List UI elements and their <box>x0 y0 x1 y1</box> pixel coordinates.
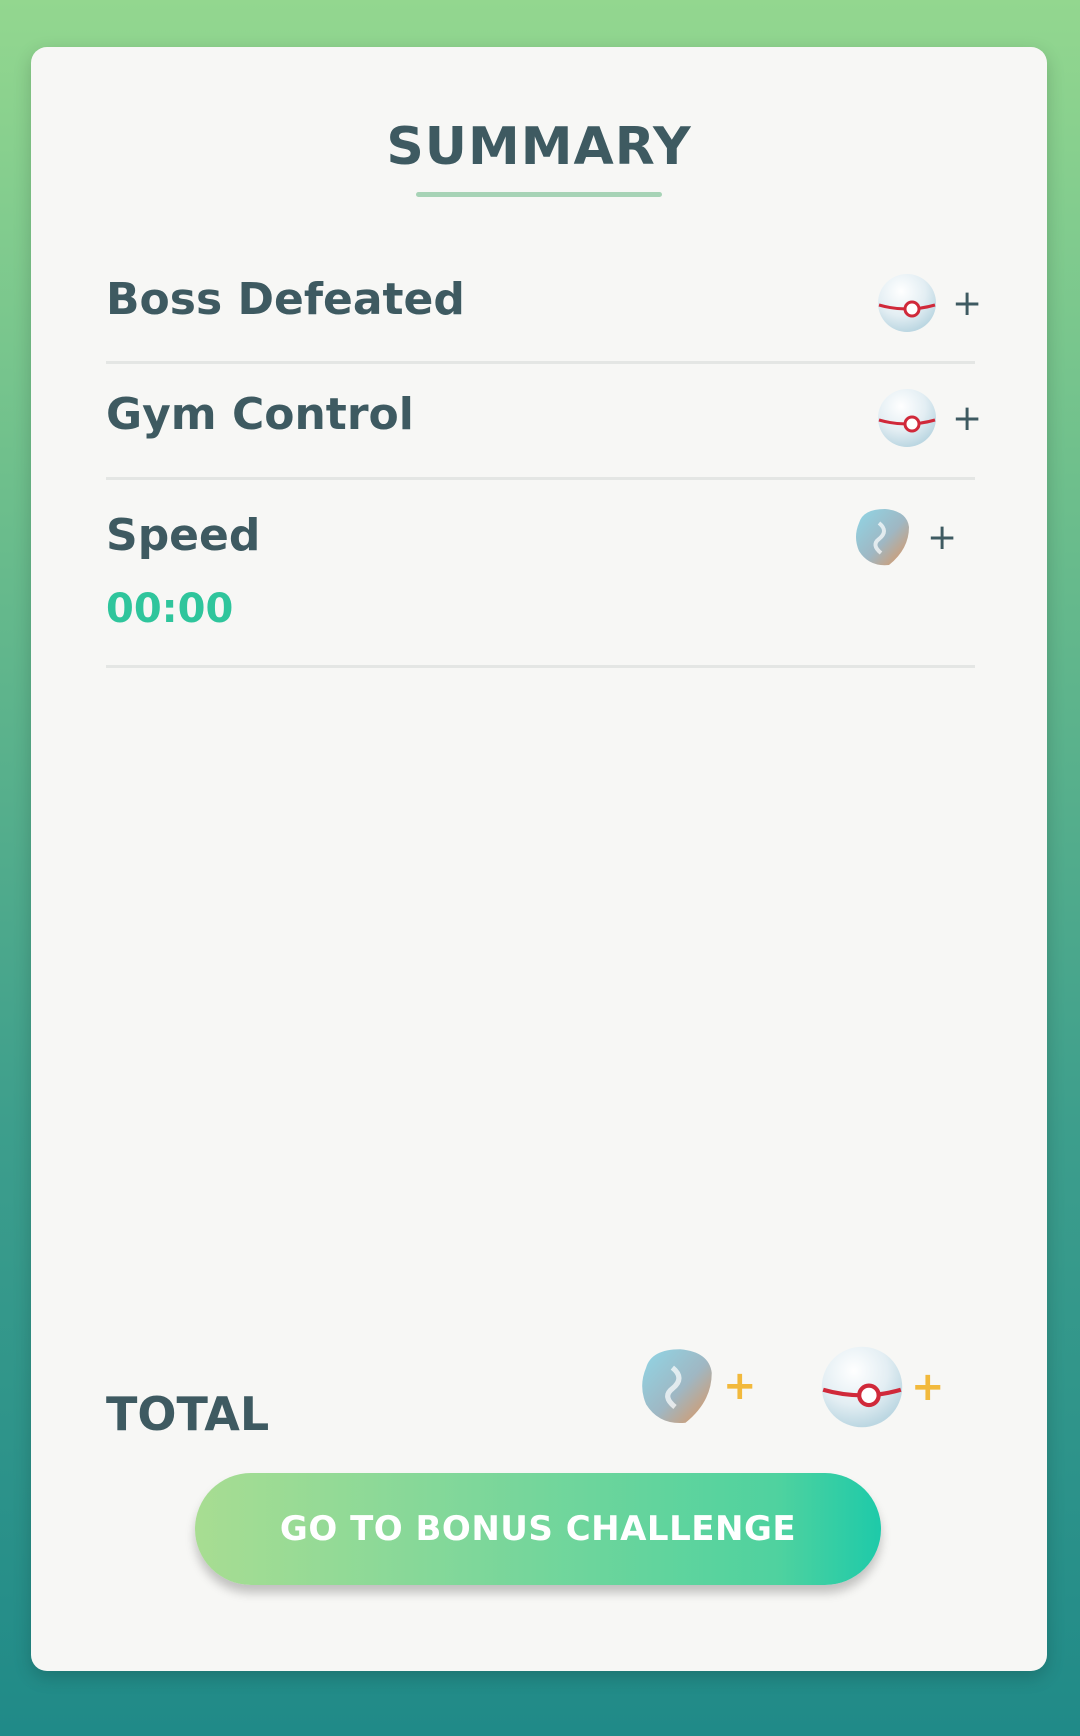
row-label-gym-control: Gym Control <box>106 389 414 440</box>
title-underline <box>416 192 662 197</box>
speed-timer: 00:00 <box>106 586 234 632</box>
row-boss-defeated: Boss Defeated + <box>106 232 982 364</box>
reward-plus: + <box>952 282 983 324</box>
premier-ball-icon <box>819 1344 905 1430</box>
row-label-speed: Speed <box>106 510 261 561</box>
rare-candy-icon <box>633 1344 717 1428</box>
total-reward-candy: + <box>633 1344 757 1428</box>
go-to-bonus-challenge-button[interactable]: GO TO BONUS CHALLENGE <box>195 1473 881 1585</box>
total-reward-ball: + <box>819 1344 945 1430</box>
row-speed: Speed 00:00 + <box>106 480 975 668</box>
rare-candy-icon <box>849 505 913 569</box>
total-plus: + <box>723 1363 757 1409</box>
premier-ball-icon <box>876 387 938 449</box>
reward-plus: + <box>927 516 958 558</box>
summary-card: SUMMARY Boss Defeated + Gym Control + Sp… <box>31 47 1047 1671</box>
reward-gym-control: + <box>876 387 982 449</box>
reward-speed: + <box>849 505 957 569</box>
total-plus: + <box>911 1364 945 1410</box>
premier-ball-icon <box>876 272 938 334</box>
reward-boss-defeated: + <box>876 272 982 334</box>
row-gym-control: Gym Control + <box>106 364 982 480</box>
summary-title: SUMMARY <box>386 117 692 177</box>
total-label: TOTAL <box>106 1387 270 1441</box>
row-label-boss-defeated: Boss Defeated <box>106 274 465 325</box>
reward-plus: + <box>952 397 983 439</box>
